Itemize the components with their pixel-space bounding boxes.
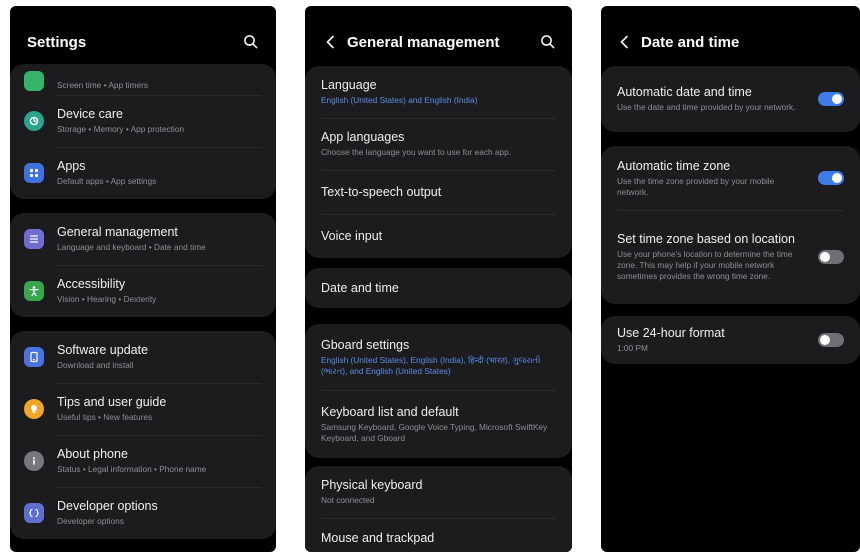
toggle-row-24-hour-format[interactable]: Use 24-hour format 1:00 PM — [601, 316, 860, 364]
info-icon — [24, 451, 44, 471]
toggle-label: Set time zone based on location — [617, 232, 795, 246]
date-time-header: Date and time — [601, 28, 860, 56]
general-group-2: Date and time — [305, 268, 572, 308]
search-icon[interactable] — [539, 33, 557, 51]
settings-item-label: Developer options — [57, 499, 158, 513]
list-item-value: English (United States) and English (Ind… — [321, 95, 478, 105]
settings-item-about-phone[interactable]: About phone Status • Legal information •… — [10, 435, 276, 487]
24-hour-format-switch[interactable] — [818, 333, 844, 347]
list-item-label: Date and time — [321, 280, 399, 295]
list-item-gboard-settings[interactable]: Gboard settings English (United States),… — [305, 324, 572, 390]
settings-group-3: Software update Download and install Tip… — [10, 331, 276, 539]
list-item-label: Keyboard list and default — [321, 404, 459, 419]
settings-item-digital-wellbeing[interactable]: Screen time • App timers — [10, 64, 276, 95]
general-management-icon — [24, 229, 44, 249]
list-item-subtitle: Samsung Keyboard, Google Voice Typing, M… — [321, 421, 548, 443]
list-item-subtitle: Choose the language you want to use for … — [321, 147, 512, 157]
list-item-label: Text-to-speech output — [321, 184, 442, 199]
settings-group-2: General management Language and keyboard… — [10, 213, 276, 317]
settings-item-subtitle: Useful tips • New features — [57, 412, 153, 422]
settings-item-label: Tips and user guide — [57, 395, 167, 409]
settings-item-subtitle: Download and install — [57, 360, 134, 370]
settings-item-subtitle: Default apps • App settings — [57, 176, 157, 186]
settings-item-accessibility[interactable]: Accessibility Vision • Hearing • Dexteri… — [10, 265, 276, 317]
developer-options-icon — [24, 503, 44, 523]
apps-icon — [24, 163, 44, 183]
settings-item-label: General management — [57, 225, 178, 239]
settings-item-subtitle: Storage • Memory • App protection — [57, 124, 185, 134]
list-item-label: Voice input — [321, 228, 383, 243]
toggle-description: 1:00 PM — [617, 343, 648, 353]
settings-item-subtitle: Status • Legal information • Phone name — [57, 464, 207, 474]
toggle-row-automatic-date-time[interactable]: Automatic date and time Use the date and… — [601, 66, 860, 132]
general-group-3: Gboard settings English (United States),… — [305, 324, 572, 458]
list-item-label: Gboard settings — [321, 337, 410, 352]
list-item-label: App languages — [321, 130, 405, 144]
list-item-physical-keyboard[interactable]: Physical keyboard Not connected — [305, 466, 572, 518]
list-item-label: Physical keyboard — [321, 478, 423, 492]
back-icon[interactable] — [319, 31, 341, 53]
toggle-description: Use your phone's location to determine t… — [617, 249, 793, 281]
settings-group-1: Screen time • App timers Device care Sto… — [10, 64, 276, 199]
settings-item-tips[interactable]: Tips and user guide Useful tips • New fe… — [10, 383, 276, 435]
wellbeing-icon — [24, 71, 44, 91]
date-time-screen: Date and time Automatic date and time Us… — [601, 6, 860, 552]
date-time-group-2: Automatic time zone Use the time zone pr… — [601, 146, 860, 304]
list-item-label: Mouse and trackpad — [321, 530, 435, 545]
list-item-value: English (United States), English (India)… — [321, 354, 541, 376]
settings-item-label: Device care — [57, 107, 123, 121]
device-care-icon — [24, 111, 44, 131]
page-title: Settings — [27, 33, 87, 51]
settings-item-label: About phone — [57, 447, 128, 461]
toggle-row-time-zone-location[interactable]: Set time zone based on location Use your… — [601, 210, 860, 304]
toggle-row-automatic-time-zone[interactable]: Automatic time zone Use the time zone pr… — [601, 146, 860, 210]
toggle-label: Automatic time zone — [617, 158, 731, 173]
settings-item-label: Apps — [57, 159, 86, 173]
general-group-1: Language English (United States) and Eng… — [305, 66, 572, 258]
automatic-date-time-switch[interactable] — [818, 92, 844, 106]
date-time-group-1: Automatic date and time Use the date and… — [601, 66, 860, 132]
settings-item-general-management[interactable]: General management Language and keyboard… — [10, 213, 276, 265]
general-management-header: General management — [305, 28, 572, 56]
search-icon[interactable] — [242, 33, 260, 51]
list-item-text-to-speech[interactable]: Text-to-speech output — [305, 170, 572, 214]
list-item-mouse-trackpad[interactable]: Mouse and trackpad — [305, 518, 572, 552]
time-zone-location-switch[interactable] — [818, 250, 844, 264]
page-title: General management — [347, 33, 500, 51]
page-title: Date and time — [641, 33, 740, 51]
toggle-description: Use the time zone provided by your mobil… — [617, 175, 775, 197]
list-item-keyboard-list[interactable]: Keyboard list and default Samsung Keyboa… — [305, 390, 572, 458]
settings-item-subtitle: Developer options — [57, 516, 124, 526]
general-group-4: Physical keyboard Not connected Mouse an… — [305, 466, 572, 552]
toggle-label: Use 24-hour format — [617, 326, 725, 340]
list-item-voice-input[interactable]: Voice input — [305, 214, 572, 258]
settings-item-subtitle: Vision • Hearing • Dexterity — [57, 294, 157, 304]
accessibility-icon — [24, 281, 44, 301]
date-time-group-3: Use 24-hour format 1:00 PM — [601, 316, 860, 364]
settings-item-device-care[interactable]: Device care Storage • Memory • App prote… — [10, 95, 276, 147]
lightbulb-icon — [24, 399, 44, 419]
settings-item-developer-options[interactable]: Developer options Developer options — [10, 487, 276, 539]
general-management-screen: General management Language English (Uni… — [305, 6, 572, 552]
list-item-language[interactable]: Language English (United States) and Eng… — [305, 66, 572, 118]
list-item-app-languages[interactable]: App languages Choose the language you wa… — [305, 118, 572, 170]
list-item-date-and-time[interactable]: Date and time — [305, 268, 572, 308]
software-update-icon — [24, 347, 44, 367]
toggle-label: Automatic date and time — [617, 85, 752, 99]
settings-item-apps[interactable]: Apps Default apps • App settings — [10, 147, 276, 199]
list-item-subtitle: Not connected — [321, 495, 375, 505]
settings-screen: Settings Screen time • App timers Device… — [10, 6, 276, 552]
settings-item-subtitle: Screen time • App timers — [57, 80, 148, 90]
automatic-time-zone-switch[interactable] — [818, 171, 844, 185]
back-icon[interactable] — [613, 31, 635, 53]
list-item-label: Language — [321, 78, 377, 92]
settings-item-subtitle: Language and keyboard • Date and time — [57, 242, 206, 252]
settings-item-label: Accessibility — [57, 277, 126, 291]
toggle-description: Use the date and time provided by your n… — [617, 102, 796, 112]
settings-item-software-update[interactable]: Software update Download and install — [10, 331, 276, 383]
settings-header: Settings — [10, 28, 276, 56]
settings-item-label: Software update — [57, 343, 149, 357]
